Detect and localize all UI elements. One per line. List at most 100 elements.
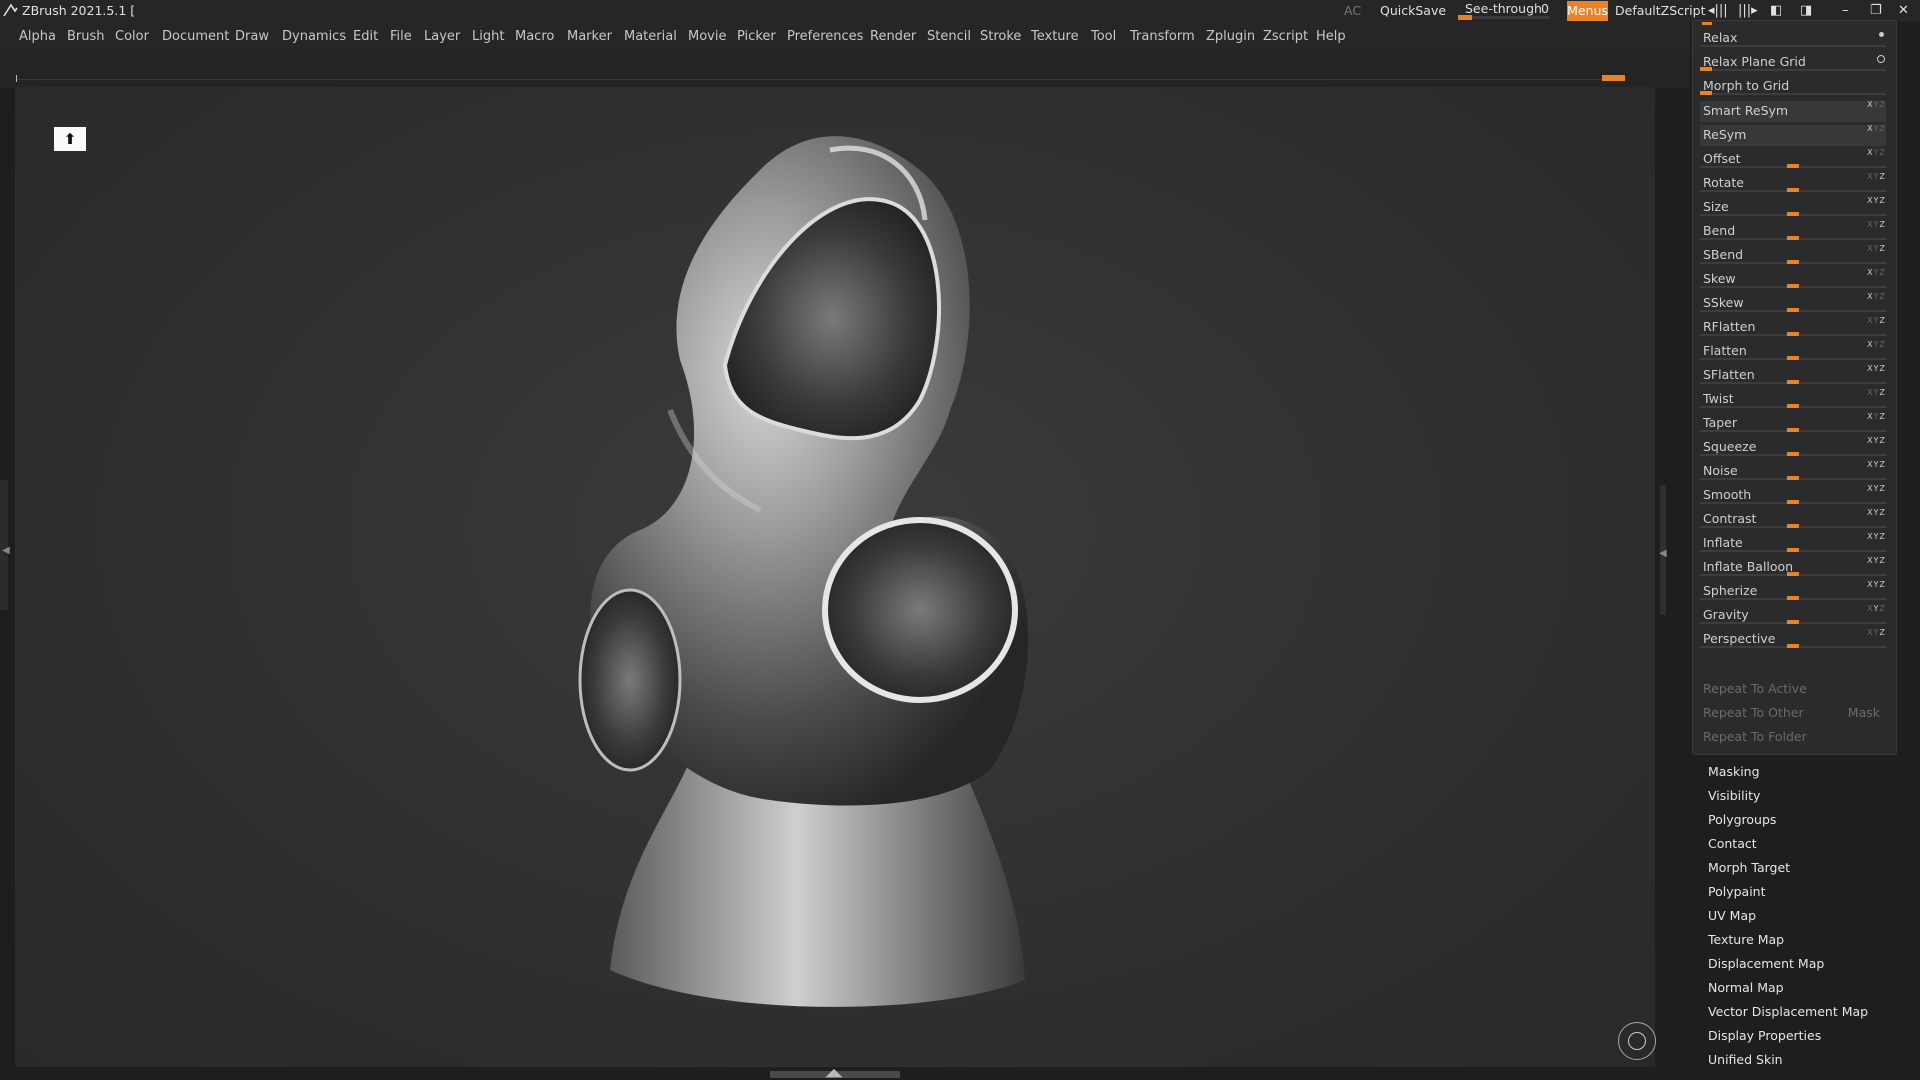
menu-picker[interactable]: Picker xyxy=(737,29,776,44)
menu-preferences[interactable]: Preferences xyxy=(787,29,863,44)
deform-slider-knob[interactable] xyxy=(1787,476,1799,480)
deform-slider-knob[interactable] xyxy=(1787,164,1799,168)
menu-light[interactable]: Light xyxy=(472,29,504,44)
deform-sskew[interactable]: SSkew XYZ xyxy=(1700,292,1888,315)
seethrough-value[interactable]: 0 xyxy=(1541,1,1549,16)
deform-inflate-balloon[interactable]: Inflate Balloon XYZ xyxy=(1700,556,1888,579)
menu-dynamics[interactable]: Dynamics xyxy=(282,29,346,44)
menu-marker[interactable]: Marker xyxy=(567,29,612,44)
axis-xyz-icon[interactable]: XYZ xyxy=(1867,412,1886,421)
deform-perspective[interactable]: Perspective XYZ xyxy=(1700,628,1888,651)
axis-xyz-icon[interactable]: XYZ xyxy=(1867,364,1886,373)
deform-bend[interactable]: Bend XYZ xyxy=(1700,220,1888,243)
menu-zplugin[interactable]: Zplugin xyxy=(1206,29,1255,44)
axis-xyz-icon[interactable]: XYZ xyxy=(1867,316,1886,325)
axis-xyz-icon[interactable]: XYZ xyxy=(1867,244,1886,253)
option-dot-icon[interactable] xyxy=(1879,32,1884,37)
floor-toggle-icon[interactable]: ⬆ xyxy=(54,127,86,151)
deform-twist[interactable]: Twist XYZ xyxy=(1700,388,1888,411)
deform-squeeze[interactable]: Squeeze XYZ xyxy=(1700,436,1888,459)
deform-spherize[interactable]: Spherize XYZ xyxy=(1700,580,1888,603)
axis-xyz-icon[interactable]: XYZ xyxy=(1867,628,1886,637)
menu-material[interactable]: Material xyxy=(624,29,677,44)
menu-tool[interactable]: Tool xyxy=(1091,29,1116,44)
axis-xyz-icon[interactable]: XYZ xyxy=(1867,604,1886,613)
ui-layout-icon[interactable]: ◧ xyxy=(1770,3,1782,18)
axis-xyz-icon[interactable]: XYZ xyxy=(1867,196,1886,205)
option-circle-icon[interactable] xyxy=(1877,55,1885,63)
deform-slider-knob[interactable] xyxy=(1787,620,1799,624)
quicksave-button[interactable]: QuickSave xyxy=(1380,3,1446,18)
axis-xyz-icon[interactable]: XYZ xyxy=(1867,460,1886,469)
deform-taper[interactable]: Taper XYZ xyxy=(1700,412,1888,435)
deform-rotate[interactable]: Rotate XYZ xyxy=(1700,172,1888,195)
deform-offset[interactable]: Offset XYZ xyxy=(1700,148,1888,171)
deform-slider-knob[interactable] xyxy=(1787,308,1799,312)
subpalette-contact[interactable]: Contact xyxy=(1708,836,1757,851)
minimize-icon[interactable]: – xyxy=(1842,3,1849,18)
subpalette-display-properties[interactable]: Display Properties xyxy=(1708,1028,1821,1043)
axis-xyz-icon[interactable]: XYZ xyxy=(1867,484,1886,493)
axis-xyz-icon[interactable]: XYZ xyxy=(1867,220,1886,229)
axis-xyz-icon[interactable]: XYZ xyxy=(1867,268,1886,277)
axis-xyz-icon[interactable]: XYZ xyxy=(1867,388,1886,397)
deform-slider-track[interactable] xyxy=(1700,93,1886,95)
menus-toggle-button[interactable]: Menus xyxy=(1567,1,1608,21)
menu-stencil[interactable]: Stencil xyxy=(927,29,971,44)
deform-sflatten[interactable]: SFlatten XYZ xyxy=(1700,364,1888,387)
sculpted-model[interactable] xyxy=(520,110,1080,1040)
mask-toggle[interactable]: Mask xyxy=(1848,705,1880,720)
axis-xyz-icon[interactable]: XYZ xyxy=(1867,340,1886,349)
deform-flatten[interactable]: Flatten XYZ xyxy=(1700,340,1888,363)
menu-macro[interactable]: Macro xyxy=(515,29,554,44)
left-tray-arrow-icon[interactable]: ◀ xyxy=(2,545,10,556)
menu-zscript[interactable]: Zscript xyxy=(1263,29,1308,44)
deform-slider-knob[interactable] xyxy=(1787,236,1799,240)
axis-xyz-icon[interactable]: XYZ xyxy=(1867,292,1886,301)
deform-gravity[interactable]: Gravity XYZ xyxy=(1700,604,1888,627)
subpalette-polygroups[interactable]: Polygroups xyxy=(1708,812,1776,827)
bottom-tray-arrow-icon[interactable]: ◢◣ xyxy=(823,1066,845,1080)
subpalette-texture-map[interactable]: Texture Map xyxy=(1708,932,1784,947)
menu-movie[interactable]: Movie xyxy=(688,29,726,44)
deform-slider-track[interactable] xyxy=(1700,69,1886,71)
ui-config-icon[interactable]: ◨ xyxy=(1800,3,1812,18)
subpalette-morph-target[interactable]: Morph Target xyxy=(1708,860,1790,875)
menu-brush[interactable]: Brush xyxy=(67,29,105,44)
deform-relax-plane-grid[interactable]: Relax Plane Grid xyxy=(1700,51,1888,74)
menu-color[interactable]: Color xyxy=(115,29,149,44)
deform-slider-knob[interactable] xyxy=(1787,644,1799,648)
deform-skew[interactable]: Skew XYZ xyxy=(1700,268,1888,291)
axis-xyz-icon[interactable]: XYZ xyxy=(1867,532,1886,541)
menu-draw[interactable]: Draw xyxy=(235,29,269,44)
menu-help[interactable]: Help xyxy=(1316,29,1346,44)
subpalette-vector-displacement-map[interactable]: Vector Displacement Map xyxy=(1708,1004,1868,1019)
menu-transform[interactable]: Transform xyxy=(1130,29,1195,44)
menu-file[interactable]: File xyxy=(390,29,412,44)
subpalette-polypaint[interactable]: Polypaint xyxy=(1708,884,1766,899)
deform-relax[interactable]: Relax xyxy=(1700,27,1888,50)
subpalette-displacement-map[interactable]: Displacement Map xyxy=(1708,956,1824,971)
axis-xyz-icon[interactable]: XYZ xyxy=(1867,172,1886,181)
deform-slider-knob[interactable] xyxy=(1700,91,1712,95)
layout-right-icon[interactable]: |||▸ xyxy=(1738,3,1758,18)
repeat-to-other-button[interactable]: Repeat To Other Mask xyxy=(1700,702,1888,725)
deform-slider-knob[interactable] xyxy=(1787,452,1799,456)
subpalette-unified-skin[interactable]: Unified Skin xyxy=(1708,1052,1783,1067)
deform-smooth[interactable]: Smooth XYZ xyxy=(1700,484,1888,507)
menu-stroke[interactable]: Stroke xyxy=(980,29,1021,44)
repeat-to-active-button[interactable]: Repeat To Active xyxy=(1700,678,1888,701)
seethrough-knob[interactable] xyxy=(1458,15,1472,20)
deform-morph-to-grid[interactable]: Morph to Grid xyxy=(1700,75,1888,98)
menu-render[interactable]: Render xyxy=(870,29,916,44)
deform-slider-knob[interactable] xyxy=(1787,572,1799,576)
subpalette-normal-map[interactable]: Normal Map xyxy=(1708,980,1784,995)
deform-smart-resym[interactable]: Smart ReSym XYZ xyxy=(1700,100,1888,123)
deform-slider-knob[interactable] xyxy=(1787,404,1799,408)
deform-slider-knob[interactable] xyxy=(1787,188,1799,192)
deform-slider-knob[interactable] xyxy=(1787,500,1799,504)
layout-left-icon[interactable]: ◂||| xyxy=(1708,3,1728,18)
deform-slider-knob[interactable] xyxy=(1787,596,1799,600)
deform-slider-knob[interactable] xyxy=(1787,380,1799,384)
deform-contrast[interactable]: Contrast XYZ xyxy=(1700,508,1888,531)
